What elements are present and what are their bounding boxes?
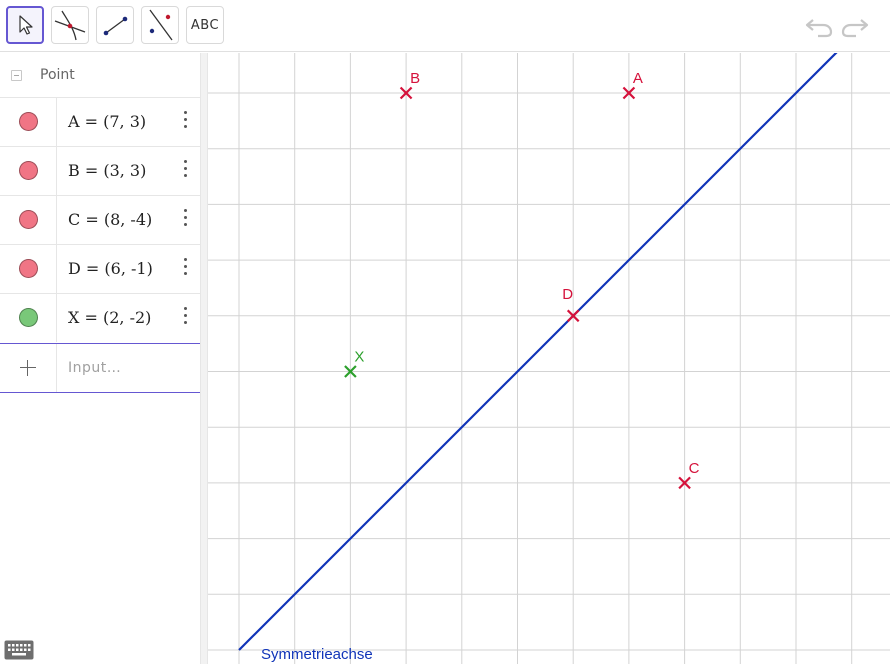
algebra-item-c[interactable]: C = (8, -4) — [0, 196, 200, 245]
more-options-icon[interactable] — [179, 304, 193, 328]
graphics-canvas[interactable]: Symmetrieachse A B C D X — [208, 53, 890, 664]
more-options-icon[interactable] — [179, 108, 193, 132]
segment-icon — [103, 16, 128, 36]
redo-button[interactable] — [840, 12, 870, 40]
point-x[interactable]: X — [344, 349, 365, 378]
collapse-icon[interactable] — [11, 70, 22, 81]
more-options-icon[interactable] — [179, 206, 193, 230]
algebra-view: Point A = (7, 3) B = (3, 3) C = (8, -4) … — [0, 53, 200, 664]
reflect-about-line-tool-button[interactable] — [141, 6, 179, 44]
toolbar: ABC — [0, 0, 890, 52]
visibility-toggle[interactable] — [0, 294, 57, 342]
reflect-line-icon — [149, 9, 173, 41]
point-label[interactable]: B — [410, 70, 420, 87]
marble-icon[interactable] — [19, 259, 38, 278]
visibility-toggle[interactable] — [0, 245, 57, 293]
move-tool-button[interactable] — [6, 6, 44, 44]
intersect-tool-button[interactable] — [51, 6, 89, 44]
algebra-item-definition[interactable]: D = (6, -1) — [68, 259, 153, 278]
point-c[interactable]: C — [678, 460, 700, 490]
algebra-item-a[interactable]: A = (7, 3) — [0, 98, 200, 147]
keyboard-button[interactable] — [4, 640, 34, 660]
marble-icon[interactable] — [19, 161, 38, 180]
point-a[interactable]: A — [622, 70, 643, 100]
visibility-toggle[interactable] — [0, 147, 57, 195]
view-divider[interactable] — [200, 53, 208, 664]
point-b[interactable]: B — [399, 70, 421, 100]
intersect-icon — [54, 10, 86, 41]
visibility-toggle[interactable] — [0, 196, 57, 244]
algebra-input-field[interactable] — [64, 356, 200, 380]
marble-icon[interactable] — [19, 308, 38, 327]
algebra-item-d[interactable]: D = (6, -1) — [0, 245, 200, 294]
algebra-item-b[interactable]: B = (3, 3) — [0, 147, 200, 196]
more-options-icon[interactable] — [179, 255, 193, 279]
algebra-input-row[interactable] — [0, 343, 200, 393]
keyboard-icon — [4, 640, 34, 660]
cursor-arrow-icon — [19, 15, 33, 35]
marble-icon[interactable] — [19, 112, 38, 131]
grid — [208, 53, 890, 664]
text-tool-button[interactable]: ABC — [186, 6, 224, 44]
point-group-header[interactable]: Point — [0, 53, 200, 98]
more-options-icon[interactable] — [179, 157, 193, 181]
redo-icon — [841, 19, 869, 38]
symmetry-axis-label[interactable]: Symmetrieachse — [261, 646, 373, 663]
algebra-item-x[interactable]: X = (2, -2) — [0, 294, 200, 343]
point-label[interactable]: X — [354, 349, 364, 366]
algebra-item-definition[interactable]: C = (8, -4) — [68, 210, 152, 229]
points-layer: A B C D X — [344, 70, 700, 490]
marble-icon[interactable] — [19, 210, 38, 229]
algebra-item-definition[interactable]: B = (3, 3) — [68, 161, 146, 180]
point-label[interactable]: D — [562, 286, 573, 303]
segment-tool-button[interactable] — [96, 6, 134, 44]
text-tool-label: ABC — [190, 17, 220, 33]
undo-icon — [805, 19, 833, 38]
symmetry-axis-line[interactable] — [238, 53, 890, 651]
point-label[interactable]: A — [633, 70, 643, 87]
group-title: Point — [40, 67, 75, 83]
algebra-item-definition[interactable]: A = (7, 3) — [68, 112, 146, 131]
visibility-toggle[interactable] — [0, 98, 57, 146]
plus-icon — [20, 360, 36, 376]
graphics-view[interactable]: Symmetrieachse A B C D X — [208, 53, 890, 664]
undo-button[interactable] — [804, 12, 834, 40]
add-item-button[interactable] — [0, 344, 57, 392]
algebra-item-definition[interactable]: X = (2, -2) — [68, 308, 151, 327]
point-label[interactable]: C — [689, 460, 700, 477]
